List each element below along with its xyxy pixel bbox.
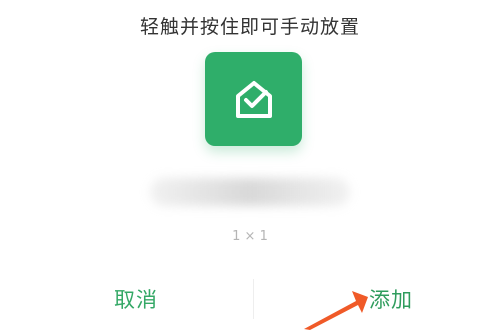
house-check-icon <box>236 81 272 118</box>
hint-text: 轻触并按住即可手动放置 <box>139 16 360 38</box>
cancel-button[interactable]: 取消 <box>114 284 158 314</box>
pointer-arrow-icon <box>304 291 368 330</box>
add-widget-dialog: 轻触并按住即可手动放置 1 × 1 取消 添加 <box>0 0 500 330</box>
widget-size-label: 1 × 1 <box>232 229 268 244</box>
button-divider <box>253 279 254 319</box>
add-button[interactable]: 添加 <box>369 284 413 314</box>
widget-name-blurred <box>150 178 350 206</box>
widget-preview[interactable] <box>205 52 302 146</box>
